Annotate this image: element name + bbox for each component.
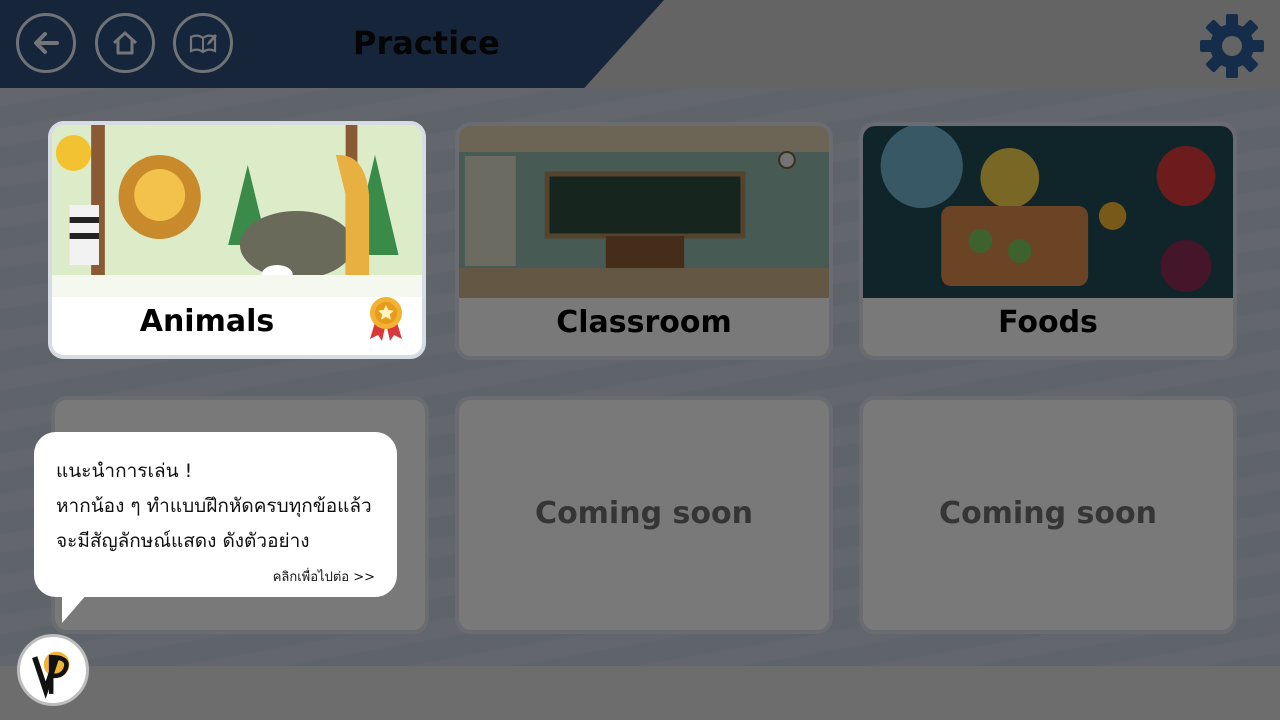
award-ribbon-icon	[370, 297, 402, 341]
tooltip-line: จะมีสัญลักษณ์แสดง ดังตัวอย่าง	[56, 530, 310, 552]
mascot-logo[interactable]	[17, 634, 89, 706]
coming-soon-label: Coming soon	[939, 496, 1157, 531]
classroom-illustration	[459, 126, 829, 298]
coming-soon-label: Coming soon	[535, 496, 753, 531]
gear-icon[interactable]	[1198, 12, 1266, 80]
topic-card-foods[interactable]: Foods	[859, 122, 1237, 360]
arrow-left-icon	[34, 32, 59, 54]
page-title: Practice	[353, 24, 500, 62]
foods-illustration	[863, 126, 1233, 298]
card-label: Classroom	[556, 305, 732, 340]
topic-card-coming-soon: Coming soon	[455, 396, 833, 634]
animals-illustration	[52, 125, 422, 297]
bottom-bar	[0, 666, 1280, 720]
home-icon	[112, 31, 138, 55]
back-button[interactable]	[16, 13, 76, 73]
topic-card-animals[interactable]: Animals	[48, 121, 426, 359]
home-button[interactable]	[95, 13, 155, 73]
card-label: Foods	[998, 305, 1098, 340]
card-label: Animals	[139, 304, 275, 339]
app: Practice Classroom Foods Coming soon Com…	[0, 0, 1280, 720]
tooltip-line: แนะนำการเล่น !	[56, 460, 193, 482]
tooltip-tail	[62, 593, 88, 623]
book-edit-icon	[189, 34, 217, 54]
tutorial-tooltip: แนะนำการเล่น ! หากน้อง ๆ ทำแบบฝึกหัดครบท…	[34, 432, 397, 623]
topic-card-classroom[interactable]: Classroom	[455, 122, 833, 360]
tooltip-line: หากน้อง ๆ ทำแบบฝึกหัดครบทุกข้อแล้ว	[56, 495, 372, 517]
book-button[interactable]	[173, 13, 233, 73]
tooltip-next-link[interactable]: คลิกเพื่อไปต่อ >>	[273, 566, 375, 587]
topic-card-coming-soon: Coming soon	[859, 396, 1237, 634]
